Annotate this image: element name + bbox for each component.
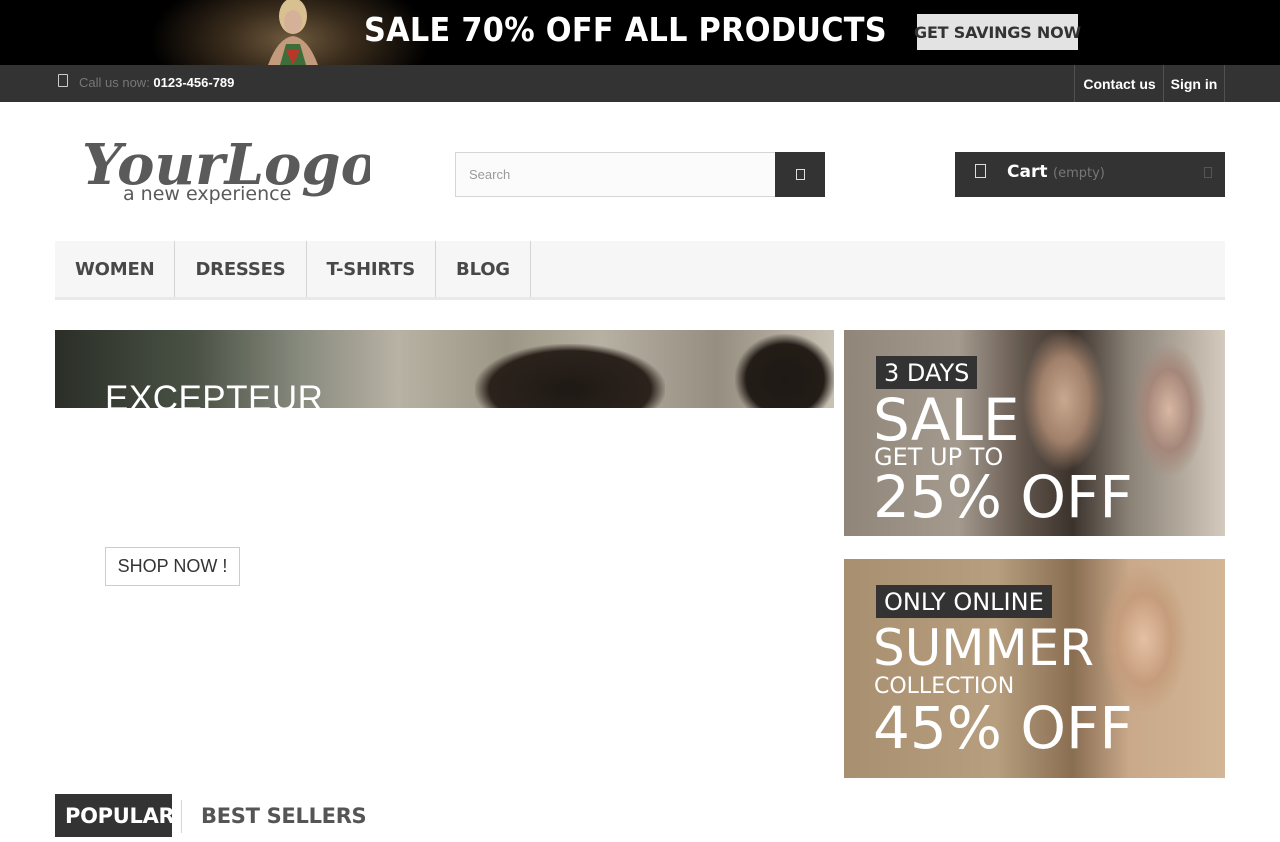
menu-item-blog[interactable]: BLOG (436, 241, 531, 297)
banner-offer: 25% OFF (873, 463, 1133, 531)
promo-banner[interactable]: SALE 70% OFF ALL PRODUCTS GET SAVINGS NO… (0, 0, 1280, 65)
slider-title: EXCEPTEUR (105, 379, 324, 408)
call-us-text: Call us now: 0123-456-789 (79, 75, 234, 90)
promo-model-image (268, 0, 318, 65)
get-savings-button[interactable]: GET SAVINGS NOW (914, 14, 1081, 50)
phone-number: 0123-456-789 (153, 75, 235, 90)
tab-best-sellers[interactable]: BEST SELLERS (191, 794, 376, 837)
tab-popular[interactable]: POPULAR (55, 794, 175, 837)
site-logo[interactable]: YourLogo a new experience (80, 122, 370, 210)
banner-offer: 45% OFF (873, 694, 1133, 762)
sign-in-link[interactable]: Sign in (1163, 65, 1225, 102)
tab-divider (181, 800, 182, 833)
promo-headline: SALE 70% OFF ALL PRODUCTS (364, 10, 887, 49)
slider-image-couple-woman (475, 344, 665, 408)
cart-status: (empty) (1053, 166, 1105, 181)
call-us-label: Call us now: (79, 75, 154, 90)
cart-label: Cart (1007, 162, 1048, 182)
banner-headline: SUMMER (873, 619, 1094, 677)
logo-tagline: a new experience (123, 183, 291, 205)
shop-now-button[interactable]: SHOP NOW ! (105, 547, 240, 586)
phone-icon (58, 74, 68, 87)
menu-item-dresses[interactable]: DRESSES (175, 241, 307, 297)
hero-slider[interactable]: EXCEPTEUR (55, 330, 834, 408)
slider-image-couple-man (735, 334, 834, 408)
search-icon (795, 169, 805, 180)
menu-item-women[interactable]: WOMEN (55, 241, 176, 297)
menu-item-t-shirts[interactable]: T-SHIRTS (307, 241, 437, 297)
search-button[interactable] (775, 152, 825, 197)
banner-tag: 3 DAYS (876, 356, 978, 389)
summer-collection-banner[interactable]: ONLY ONLINE SUMMER COLLECTION 45% OFF (844, 559, 1225, 778)
search-input[interactable] (455, 152, 776, 197)
category-menu: WOMEN DRESSES T-SHIRTS BLOG (55, 241, 1225, 300)
cart-dropdown-icon (1204, 167, 1212, 178)
contact-us-link[interactable]: Contact us (1074, 65, 1164, 102)
cart-block[interactable]: Cart (empty) (955, 152, 1225, 197)
cart-icon (975, 164, 986, 178)
banner-tag: ONLY ONLINE (876, 585, 1052, 618)
sale-banner[interactable]: 3 DAYS SALE GET UP TO 25% OFF (844, 330, 1225, 536)
